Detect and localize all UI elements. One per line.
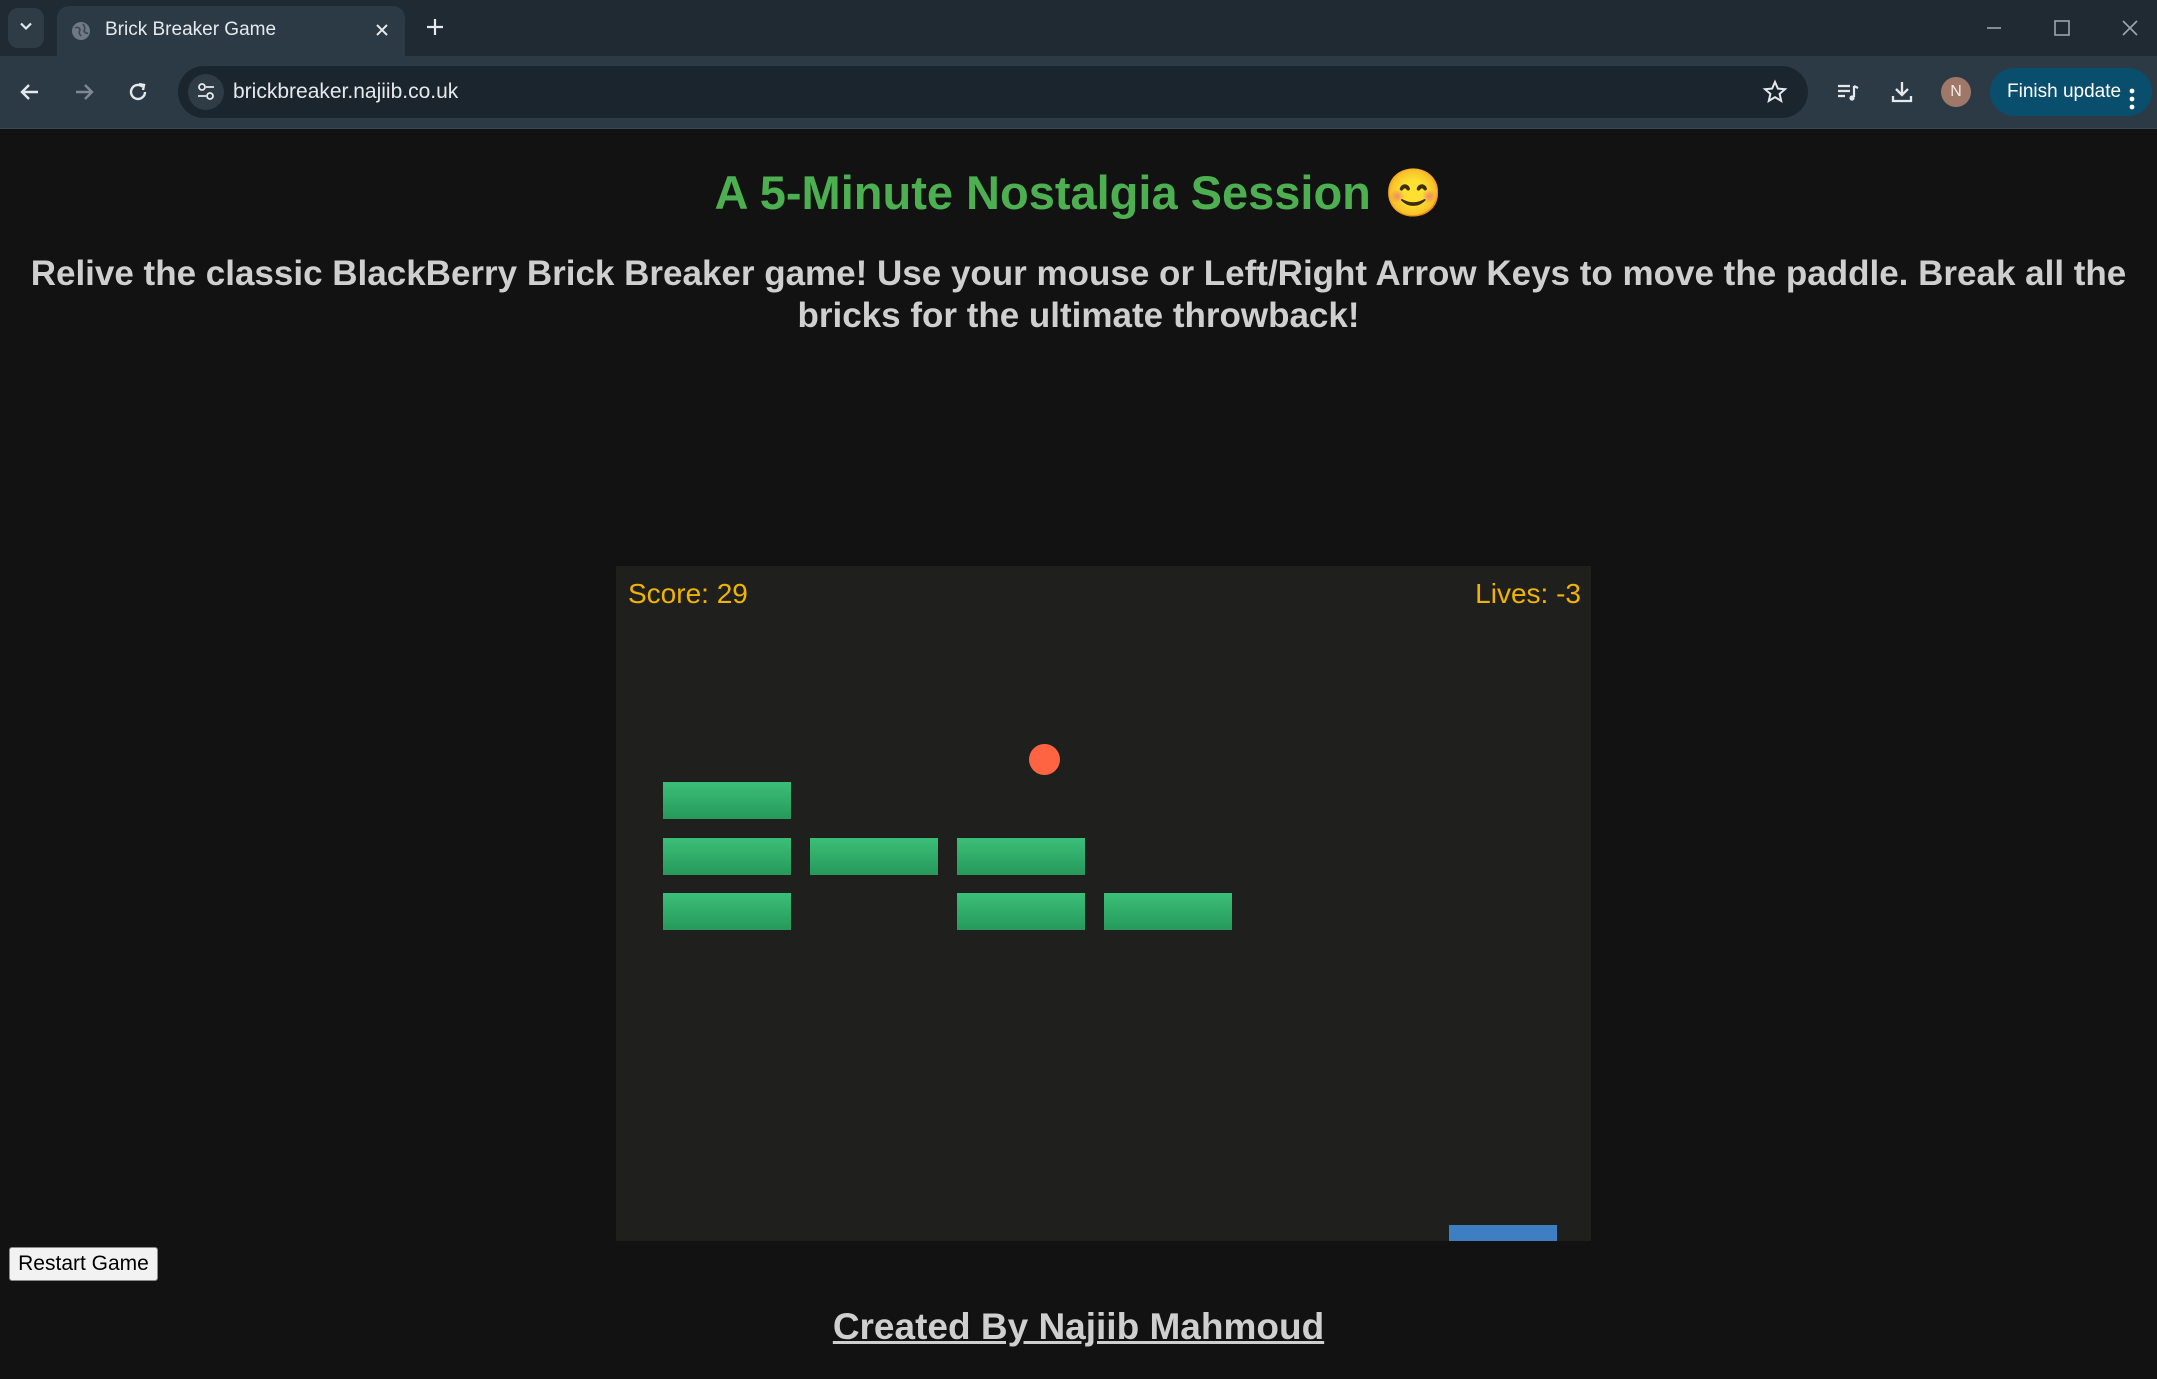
- brick: [1104, 893, 1232, 930]
- brick: [810, 838, 938, 875]
- media-icon[interactable]: [1834, 78, 1862, 111]
- brick: [663, 782, 791, 819]
- brick: [663, 893, 791, 930]
- game-canvas[interactable]: Score: 29 Lives: -3: [616, 566, 1591, 1241]
- kebab-icon[interactable]: [2128, 81, 2136, 129]
- page-description: Relive the classic BlackBerry Brick Brea…: [30, 254, 2127, 335]
- back-icon[interactable]: [16, 78, 44, 111]
- close-icon[interactable]: [373, 21, 391, 44]
- tab-strip: Brick Breaker Game: [0, 0, 2157, 56]
- brick: [957, 838, 1085, 875]
- page-content: A 5-Minute Nostalgia Session 😊 Relive th…: [0, 129, 2157, 1379]
- url-text: brickbreaker.najiib.co.uk: [233, 80, 459, 103]
- ball: [1029, 744, 1060, 775]
- globe-icon: [71, 21, 91, 46]
- tab-brick-breaker[interactable]: Brick Breaker Game: [57, 6, 405, 56]
- profile-avatar[interactable]: N: [1941, 77, 1971, 107]
- tune-icon[interactable]: [188, 74, 224, 110]
- browser-toolbar: brickbreaker.najiib.co.uk N Finish updat…: [0, 56, 2157, 129]
- tab-search-button[interactable]: [8, 8, 44, 48]
- chevron-down-icon: [18, 18, 34, 39]
- window-close-icon[interactable]: [2118, 16, 2142, 45]
- maximize-icon[interactable]: [2050, 16, 2074, 45]
- tab-title: Brick Breaker Game: [105, 19, 277, 40]
- plus-icon[interactable]: [422, 14, 448, 45]
- address-bar[interactable]: brickbreaker.najiib.co.uk: [178, 66, 1808, 118]
- star-icon[interactable]: [1762, 79, 1788, 110]
- paddle[interactable]: [1449, 1225, 1557, 1241]
- lives-display: Lives: -3: [1475, 578, 1581, 609]
- finish-update-label: Finish update: [2007, 81, 2122, 102]
- brick: [957, 893, 1085, 930]
- reload-icon[interactable]: [124, 78, 152, 111]
- creator-credit-link[interactable]: Created By Najiib Mahmoud: [0, 1306, 2157, 1348]
- score-display: Score: 29: [628, 578, 748, 609]
- forward-icon[interactable]: [70, 78, 98, 111]
- restart-game-button[interactable]: Restart Game: [9, 1247, 158, 1281]
- brick: [663, 838, 791, 875]
- page-title: A 5-Minute Nostalgia Session 😊: [714, 166, 1443, 219]
- minimize-icon[interactable]: [1982, 16, 2006, 45]
- finish-update-button[interactable]: Finish update: [1990, 68, 2152, 116]
- download-icon[interactable]: [1888, 78, 1916, 111]
